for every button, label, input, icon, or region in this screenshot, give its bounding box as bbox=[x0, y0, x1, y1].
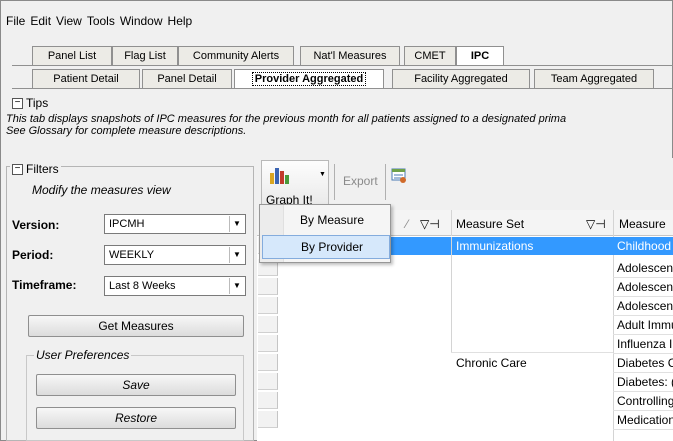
table-row[interactable]: Adult Immu bbox=[278, 316, 673, 334]
menu-item-by-provider[interactable]: By Provider bbox=[262, 235, 390, 259]
tab-patient-detail[interactable]: Patient Detail bbox=[32, 69, 140, 88]
tab-cmet[interactable]: CMET bbox=[404, 46, 456, 65]
tips-text: This tab displays snapshots of IPC measu… bbox=[6, 113, 668, 137]
row-selector[interactable] bbox=[258, 335, 278, 352]
row-divider bbox=[613, 334, 673, 335]
get-measures-button[interactable]: Get Measures bbox=[28, 315, 244, 337]
filter-pin-icon[interactable]: ▽⊣ bbox=[586, 217, 606, 231]
table-row[interactable]: Adolescen bbox=[278, 297, 673, 315]
group-divider bbox=[451, 352, 613, 353]
column-divider bbox=[451, 210, 452, 236]
row-divider bbox=[613, 372, 673, 373]
filters-title: Filters bbox=[26, 162, 59, 176]
row-selector[interactable] bbox=[258, 297, 278, 314]
filters-header: − Filters bbox=[10, 162, 61, 176]
table-row[interactable]: Chronic Care Diabetes C bbox=[278, 354, 673, 372]
tab-team-aggregated[interactable]: Team Aggregated bbox=[534, 69, 654, 88]
row-selector[interactable] bbox=[258, 278, 278, 295]
save-button[interactable]: Save bbox=[36, 374, 236, 396]
export-button[interactable]: Export bbox=[343, 174, 378, 188]
table-row[interactable]: Medication bbox=[278, 411, 673, 429]
graph-it-button[interactable]: ▼ Graph It! bbox=[261, 160, 329, 208]
row-selector[interactable] bbox=[258, 373, 278, 390]
tips-line-2: See Glossary for complete measure descri… bbox=[6, 125, 247, 137]
row-divider bbox=[613, 296, 673, 297]
tab-provider-aggregated[interactable]: Provider Aggregated bbox=[234, 69, 384, 89]
table-row[interactable]: Adolescen bbox=[278, 278, 673, 296]
top-tab-divider bbox=[12, 65, 673, 66]
chevron-down-icon: ▼ bbox=[229, 216, 244, 232]
row-divider bbox=[613, 410, 673, 411]
report-settings-icon[interactable] bbox=[390, 166, 408, 184]
chevron-down-icon: ▼ bbox=[229, 247, 244, 263]
sort-indicator-icon: ⁄ bbox=[406, 217, 409, 231]
table-row[interactable]: Influenza I bbox=[278, 335, 673, 353]
tips-collapse-toggle[interactable]: − bbox=[12, 98, 23, 110]
tab-community-alerts[interactable]: Community Alerts bbox=[178, 46, 294, 65]
graph-it-menu: By Measure By Provider bbox=[259, 204, 391, 263]
restore-button[interactable]: Restore bbox=[36, 407, 236, 429]
tips-title: Tips bbox=[26, 96, 49, 110]
menu-file[interactable]: File bbox=[6, 14, 25, 28]
table-row[interactable]: Diabetes: ( bbox=[278, 373, 673, 391]
period-label: Period: bbox=[12, 248, 54, 262]
row-divider bbox=[613, 277, 673, 278]
menu-bar: File Edit View Tools Window Help bbox=[6, 14, 197, 28]
menu-tools[interactable]: Tools bbox=[87, 14, 115, 28]
sub-tab-divider bbox=[12, 88, 673, 89]
filters-subtitle: Modify the measures view bbox=[32, 183, 171, 197]
period-select[interactable]: WEEKLY ▼ bbox=[104, 245, 246, 265]
tab-panel-list[interactable]: Panel List bbox=[32, 46, 112, 65]
chevron-down-icon: ▼ bbox=[229, 278, 244, 294]
row-selector[interactable] bbox=[258, 411, 278, 428]
timeframe-label: Timeframe: bbox=[12, 278, 77, 292]
toolbar-separator bbox=[334, 164, 335, 200]
version-select[interactable]: IPCMH ▼ bbox=[104, 214, 246, 234]
tips-header: − Tips bbox=[12, 96, 48, 110]
filter-pin-icon[interactable]: ▽⊣ bbox=[420, 217, 440, 231]
tab-facility-aggregated[interactable]: Facility Aggregated bbox=[392, 69, 530, 88]
menu-view[interactable]: View bbox=[56, 14, 82, 28]
group-divider bbox=[451, 237, 452, 352]
bar-chart-icon bbox=[270, 168, 289, 184]
tab-natl-measures[interactable]: Nat'l Measures bbox=[300, 46, 400, 65]
tab-flag-list[interactable]: Flag List bbox=[112, 46, 178, 65]
filters-collapse-toggle[interactable]: − bbox=[12, 164, 23, 176]
tips-line-1: This tab displays snapshots of IPC measu… bbox=[6, 113, 567, 125]
column-measure[interactable]: Measure bbox=[619, 217, 666, 231]
timeframe-select[interactable]: Last 8 Weeks ▼ bbox=[104, 276, 246, 296]
menu-edit[interactable]: Edit bbox=[30, 14, 51, 28]
menu-window[interactable]: Window bbox=[120, 14, 163, 28]
row-divider bbox=[613, 353, 673, 354]
row-divider bbox=[613, 429, 673, 430]
row-selector[interactable] bbox=[258, 392, 278, 409]
column-measure-set[interactable]: Measure Set bbox=[456, 217, 524, 231]
table-row[interactable]: Controlling bbox=[278, 392, 673, 410]
row-divider bbox=[613, 391, 673, 392]
row-selector[interactable] bbox=[258, 354, 278, 371]
toolbar-separator bbox=[385, 164, 386, 200]
menu-help[interactable]: Help bbox=[168, 14, 193, 28]
menu-item-by-measure[interactable]: By Measure bbox=[262, 209, 390, 233]
row-divider bbox=[613, 315, 673, 316]
row-selector[interactable] bbox=[258, 316, 278, 333]
tab-ipc[interactable]: IPC bbox=[456, 46, 504, 66]
version-label: Version: bbox=[12, 218, 60, 232]
user-preferences-title: User Preferences bbox=[34, 348, 132, 362]
tab-panel-detail[interactable]: Panel Detail bbox=[142, 69, 232, 88]
dropdown-arrow-icon: ▼ bbox=[319, 171, 326, 178]
